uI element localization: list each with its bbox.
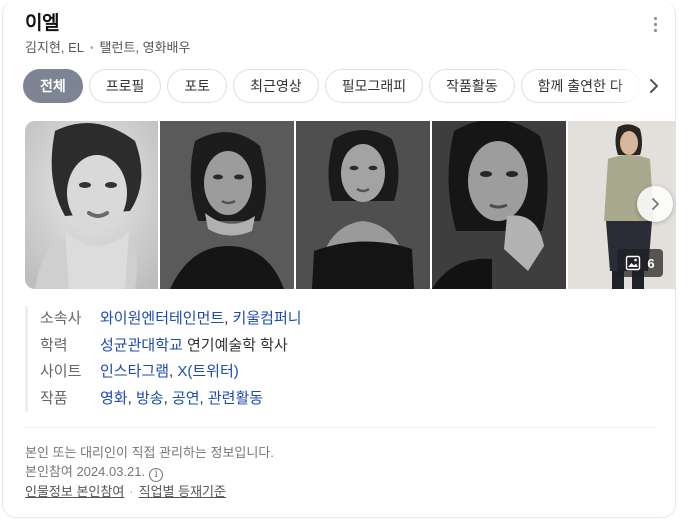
info-table: 소속사 와이원엔터테인먼트, 키울컴퍼니학력 성균관대학교 연기예술학 학사사이트 인… (25, 306, 302, 412)
photo-3[interactable] (296, 121, 430, 289)
separator-dot: · (129, 484, 134, 499)
info-label: 작품 (40, 389, 68, 407)
info-value: 인스타그램, X(트위터) (100, 359, 239, 386)
info-text: , (224, 310, 233, 327)
tab-profile[interactable]: 프로필 (88, 69, 162, 103)
info-row-works: 작품 영화, 방송, 공연, 관련활동 (40, 386, 302, 413)
info-link[interactable]: 공연 (172, 390, 200, 407)
participation-date: 본인참여 2024.03.21. (25, 464, 146, 479)
separator-dot: • (90, 43, 94, 54)
managed-notice: 본인 또는 대리인이 직접 관리하는 정보입니다. (25, 445, 274, 460)
tab-filmography[interactable]: 필모그래피 (324, 69, 424, 103)
info-link[interactable]: 성균관대학교 (100, 337, 183, 354)
footer: 본인 또는 대리인이 직접 관리하는 정보입니다. 본인참여 2024.03.2… (25, 443, 274, 501)
gallery-next-button[interactable] (637, 186, 673, 222)
chevron-right-icon[interactable] (643, 75, 665, 97)
info-value: 성균관대학교 연기예술학 학사 (100, 333, 288, 360)
info-row-site: 사이트 인스타그램, X(트위터) (40, 359, 302, 386)
photo-gallery (25, 121, 676, 289)
tab-all[interactable]: 전체 (23, 69, 83, 103)
info-label: 학력 (40, 336, 68, 354)
photo-2[interactable] (160, 121, 294, 289)
self-participation-link[interactable]: 인물정보 본인참여 (25, 484, 124, 499)
info-link[interactable]: 영화 (100, 390, 128, 407)
person-name[interactable]: 이엘 (25, 13, 60, 34)
image-icon (626, 255, 641, 271)
tab-fade (613, 69, 643, 105)
tab-works[interactable]: 작품활동 (429, 69, 515, 103)
footer-links: 인물정보 본인참여 · 직업별 등재기준 (25, 482, 274, 501)
info-link[interactable]: 관련활동 (208, 390, 263, 407)
info-row-education: 학력 성균관대학교 연기예술학 학사 (40, 333, 302, 360)
info-link[interactable]: 방송 (136, 390, 164, 407)
info-link[interactable]: 와이원엔터테인먼트 (100, 310, 224, 327)
photo-count: 6 (647, 255, 655, 271)
info-text: , (127, 389, 136, 407)
tab-recent-video[interactable]: 최근영상 (233, 69, 319, 103)
participation-row: 본인참여 2024.03.21. i (25, 462, 274, 482)
occupation: 탤런트, 영화배우 (99, 40, 191, 55)
info-label: 사이트 (40, 363, 82, 380)
chevron-right-icon (652, 198, 659, 210)
more-options-icon[interactable] (643, 12, 667, 36)
tab-photo[interactable]: 포토 (167, 69, 228, 103)
info-text: , (163, 389, 172, 407)
info-link[interactable]: X(트위터) (177, 363, 238, 380)
info-value: 와이원엔터테인먼트, 키울컴퍼니 (100, 306, 302, 333)
info-text: , (199, 389, 208, 407)
photo-count-badge[interactable]: 6 (617, 249, 663, 277)
info-icon[interactable]: i (149, 468, 164, 482)
info-text: 연기예술학 학사 (182, 336, 288, 354)
info-link[interactable]: 인스타그램 (100, 363, 169, 380)
info-label: 소속사 (40, 310, 82, 327)
info-link[interactable]: 키울컴퍼니 (233, 310, 302, 327)
person-subtitle: 김지현, EL • 탤런트, 영화배우 (25, 37, 190, 56)
photo-4[interactable] (432, 121, 566, 289)
person-info-card: 이엘 김지현, EL • 탤런트, 영화배우 전체 프로필 포토 최근영상 필모그래피 작품활… (2, 0, 676, 518)
divider (25, 427, 655, 428)
registration-criteria-link[interactable]: 직업별 등재기준 (139, 484, 226, 499)
info-value: 영화, 방송, 공연, 관련활동 (100, 386, 263, 413)
tab-bar: 전체 프로필 포토 최근영상 필모그래피 작품활동 함께 출연한 다 (23, 69, 643, 105)
photo-1[interactable] (25, 121, 158, 289)
title-row: 이엘 (25, 8, 60, 35)
alias-names: 김지현, EL (25, 40, 85, 55)
info-row-agency: 소속사 와이원엔터테인먼트, 키울컴퍼니 (40, 306, 302, 333)
